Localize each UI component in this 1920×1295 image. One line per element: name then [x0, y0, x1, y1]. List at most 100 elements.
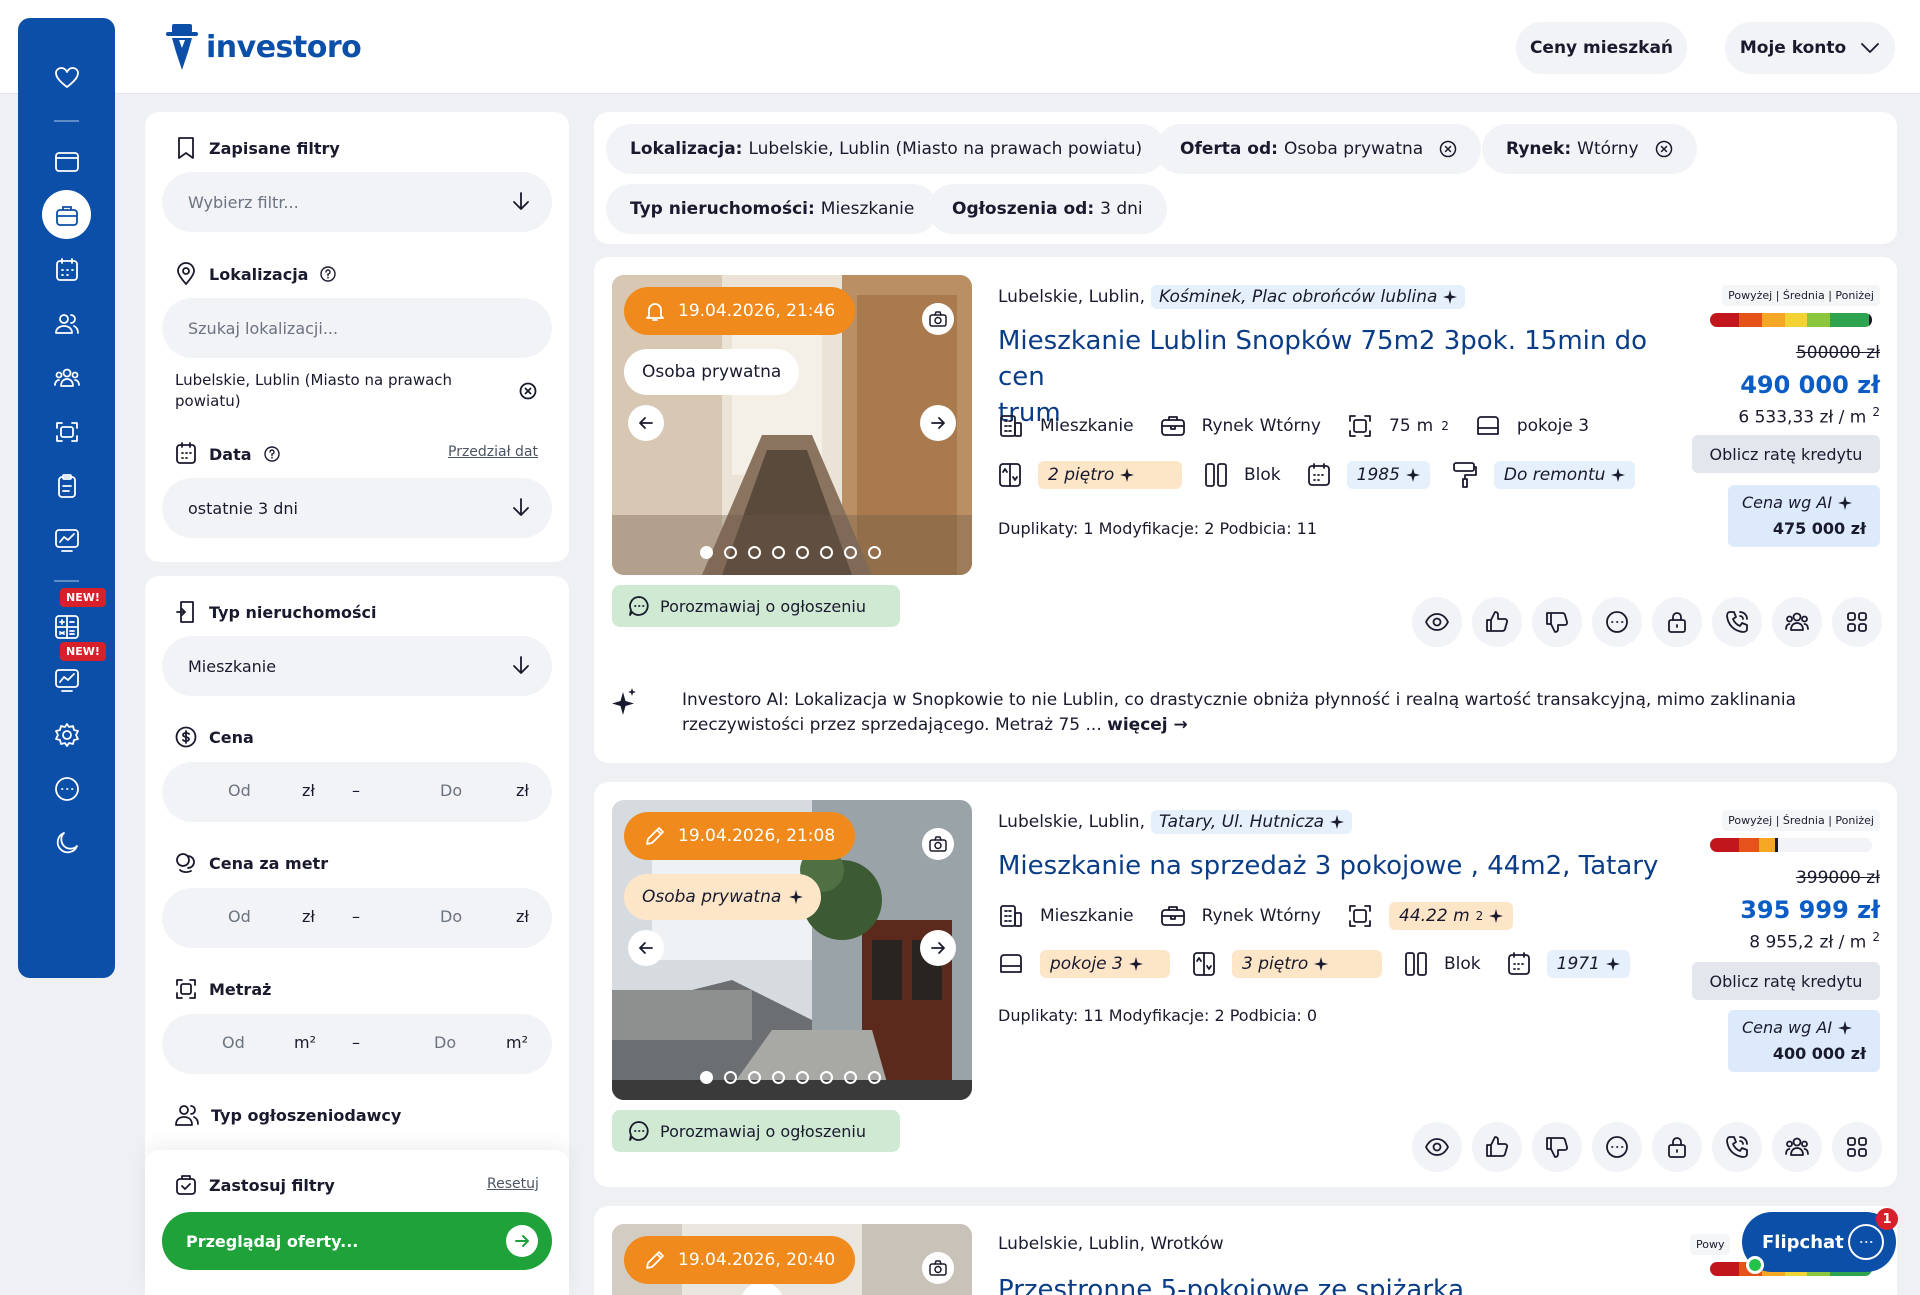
calculate-credit-button[interactable]: Oblicz ratę kredytu	[1692, 962, 1880, 1000]
photo-dot[interactable]	[820, 546, 833, 559]
ppm-from[interactable]: Od	[228, 907, 251, 926]
discuss-listing-button[interactable]: Porozmawiaj o ogłoszeniu	[612, 1110, 900, 1152]
date-badge: 19.04.2026, 21:08	[624, 812, 856, 860]
location-search-input[interactable]: Szukaj lokalizacji...	[162, 298, 552, 358]
area-range[interactable]: Od m² – Do m²	[162, 1014, 552, 1074]
more-link[interactable]: więcej →	[1107, 715, 1188, 735]
more-button[interactable]	[1832, 597, 1882, 647]
chat-nav[interactable]	[18, 776, 115, 802]
help-icon[interactable]	[320, 266, 337, 282]
browse-offers-button[interactable]: Przeglądaj oferty...	[162, 1212, 552, 1270]
view-button[interactable]	[1412, 597, 1462, 647]
dislike-button[interactable]	[1532, 597, 1582, 647]
more-button[interactable]	[1832, 1122, 1882, 1172]
photo-dot[interactable]	[724, 1071, 737, 1084]
date-range-link[interactable]: Przedział dat	[448, 444, 538, 460]
listing-title[interactable]: Mieszkanie na sprzedaż 3 pokojowe , 44m2…	[998, 848, 1678, 884]
lock-button[interactable]	[1652, 597, 1702, 647]
area-to[interactable]: Do	[434, 1033, 456, 1052]
clipboard-nav[interactable]	[18, 474, 115, 498]
arrow-right-icon	[931, 417, 945, 429]
next-photo-button[interactable]	[920, 930, 956, 966]
camera-icon[interactable]	[922, 828, 954, 860]
chip-location[interactable]: Lokalizacja: Lubelskie, Lublin (Miasto na…	[606, 124, 1167, 174]
photo-dot[interactable]	[820, 1071, 833, 1084]
camera-icon[interactable]	[922, 1252, 954, 1284]
photo-dot[interactable]	[796, 546, 809, 559]
photo-dot[interactable]	[748, 1071, 761, 1084]
photo-dot[interactable]	[796, 1071, 809, 1084]
calculator-nav[interactable]	[18, 614, 115, 640]
like-button[interactable]	[1472, 1122, 1522, 1172]
photo-dot[interactable]	[724, 546, 737, 559]
chip-property-type[interactable]: Typ nieruchomości: Mieszkanie	[606, 184, 939, 234]
listing-card[interactable]: 19.04.2026, 21:08 Osoba prywatna Porozma…	[594, 782, 1897, 1187]
lock-button[interactable]	[1652, 1122, 1702, 1172]
chip-market[interactable]: Rynek: Wtórny	[1482, 124, 1697, 174]
listing-card[interactable]: 19.04.2026, 21:46 Osoba prywatna Porozma…	[594, 257, 1897, 763]
listing-photo[interactable]: 19.04.2026, 21:46 Osoba prywatna	[612, 275, 972, 575]
photo-dot[interactable]	[700, 1071, 713, 1084]
photo-dot[interactable]	[772, 546, 785, 559]
group-nav[interactable]	[18, 366, 115, 390]
listing-photo[interactable]: 19.04.2026, 21:08 Osoba prywatna	[612, 800, 972, 1100]
flipchat-button[interactable]: Flipchat 1	[1742, 1208, 1898, 1274]
date-select[interactable]: ostatnie 3 dni	[162, 478, 552, 538]
photo-dot[interactable]	[772, 1071, 785, 1084]
property-type-select[interactable]: Mieszkanie	[162, 636, 552, 696]
remove-chip-icon[interactable]	[1439, 140, 1457, 158]
people-nav[interactable]	[18, 312, 115, 336]
discuss-listing-button[interactable]: Porozmawiaj o ogłoszeniu	[612, 585, 900, 627]
prev-photo-button[interactable]	[628, 405, 664, 441]
settings-nav[interactable]	[18, 722, 115, 748]
area-from[interactable]: Od	[222, 1033, 245, 1052]
call-button[interactable]	[1712, 597, 1762, 647]
call-button[interactable]	[1712, 1122, 1762, 1172]
view-button[interactable]	[1412, 1122, 1462, 1172]
camera-icon[interactable]	[922, 303, 954, 335]
prev-photo-button[interactable]	[628, 930, 664, 966]
comment-button[interactable]	[1592, 597, 1642, 647]
dislike-button[interactable]	[1532, 1122, 1582, 1172]
remove-chip-icon[interactable]	[1655, 140, 1673, 158]
remove-location-icon[interactable]	[519, 382, 537, 400]
saved-filter-select[interactable]: Wybierz filtr...	[162, 172, 552, 232]
price-to-unit: zł	[516, 781, 529, 800]
listing-photo[interactable]: 19.04.2026, 20:40	[612, 1224, 972, 1295]
ppm-to[interactable]: Do	[440, 907, 462, 926]
price-to[interactable]: Do	[440, 781, 462, 800]
theme-nav[interactable]	[18, 830, 115, 856]
analytics-nav[interactable]	[18, 668, 115, 692]
area-nav[interactable]	[18, 420, 115, 444]
photo-dot[interactable]	[700, 546, 713, 559]
next-photo-button[interactable]	[920, 405, 956, 441]
photo-dot[interactable]	[844, 546, 857, 559]
photo-dot[interactable]	[868, 1071, 881, 1084]
listings-nav[interactable]	[18, 150, 115, 174]
calculate-credit-button[interactable]: Oblicz ratę kredytu	[1692, 435, 1880, 473]
apartment-prices-button[interactable]: Ceny mieszkań	[1516, 22, 1687, 74]
reset-link[interactable]: Resetuj	[487, 1176, 539, 1192]
photo-dot[interactable]	[748, 546, 761, 559]
photo-dot[interactable]	[868, 546, 881, 559]
favorites-nav[interactable]	[18, 66, 115, 90]
clipboard-icon	[57, 474, 76, 498]
listing-card[interactable]: 19.04.2026, 20:40 Lubelskie, Lublin, Wro…	[594, 1206, 1897, 1295]
chip-listed-since[interactable]: Ogłoszenia od: 3 dni	[928, 184, 1167, 234]
offers-nav-active[interactable]	[42, 190, 91, 239]
share-group-button[interactable]	[1772, 1122, 1822, 1172]
my-account-button[interactable]: Moje konto	[1725, 22, 1895, 74]
price-range[interactable]: Od zł – Do zł	[162, 762, 552, 822]
calendar-nav[interactable]	[18, 258, 115, 282]
price-from[interactable]: Od	[228, 781, 251, 800]
help-icon[interactable]	[263, 446, 280, 462]
photo-dot[interactable]	[844, 1071, 857, 1084]
listing-title[interactable]: Przestronne 5-pokojowe ze spiżarką	[998, 1272, 1678, 1295]
like-button[interactable]	[1472, 597, 1522, 647]
share-group-button[interactable]	[1772, 597, 1822, 647]
stats-nav[interactable]	[18, 528, 115, 552]
logo[interactable]: investoro	[166, 22, 362, 72]
chip-offer-from[interactable]: Oferta od: Osoba prywatna	[1156, 124, 1482, 174]
comment-button[interactable]	[1592, 1122, 1642, 1172]
price-per-meter-range[interactable]: Od zł – Do zł	[162, 888, 552, 948]
